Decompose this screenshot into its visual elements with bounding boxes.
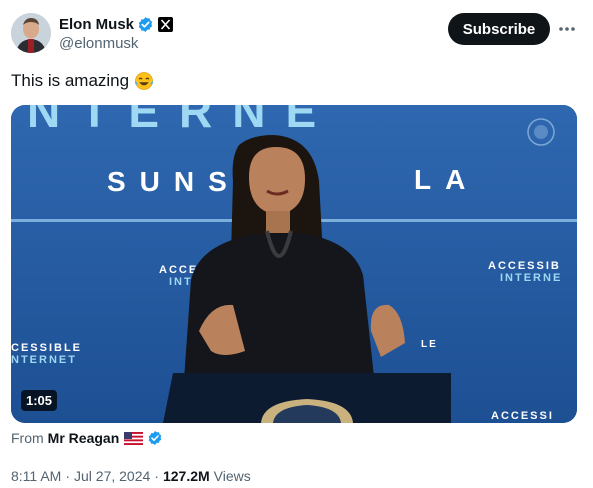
- avatar[interactable]: [11, 13, 51, 53]
- author-display-name[interactable]: Elon Musk: [59, 16, 134, 33]
- sign-text-le: LE: [421, 339, 438, 350]
- author-info: Elon Musk @elonmusk: [59, 14, 174, 52]
- tweet-date[interactable]: Jul 27, 2024: [74, 468, 150, 484]
- verified-badge-icon: [147, 430, 163, 446]
- tweet-time[interactable]: 8:11 AM: [11, 468, 61, 484]
- verified-badge-icon: [137, 16, 154, 33]
- tweet-meta: 8:11 AM · Jul 27, 2024 · 127.2M Views: [11, 468, 251, 484]
- sign-text-suns: SUNS: [107, 166, 241, 197]
- x-logo-icon: [158, 16, 174, 32]
- tweet-text: This is amazing: [11, 71, 154, 91]
- tears-of-joy-emoji: [134, 71, 154, 91]
- video-duration: 1:05: [21, 390, 58, 411]
- views-label: Views: [213, 468, 251, 484]
- video-player[interactable]: NTERNE SUNS LA ACCES INTE ACCESSIB INTER…: [11, 105, 577, 423]
- tweet-header: Elon Musk @elonmusk Subscribe: [11, 11, 583, 55]
- author-handle[interactable]: @elonmusk: [59, 35, 173, 52]
- views-count: 127.2M: [162, 468, 210, 484]
- source-name[interactable]: Mr Reagan: [48, 430, 120, 446]
- us-flag-icon: [124, 431, 144, 445]
- source-attribution: From Mr Reagan: [11, 430, 163, 446]
- avatar-photo: [11, 13, 51, 53]
- meta-separator: ·: [65, 468, 70, 484]
- sign-text-cessible: CESSIBLE: [11, 342, 82, 354]
- sign-text-nternet: NTERNET: [11, 354, 77, 366]
- sign-text-la: LA: [414, 164, 479, 195]
- source-prefix: From: [11, 430, 44, 446]
- sign-text-interne-right: INTERNE: [500, 272, 562, 284]
- subscribe-button[interactable]: Subscribe: [448, 13, 550, 45]
- sign-text-accessi: ACCESSI: [491, 410, 554, 422]
- sign-text-interne: NTERNE: [27, 105, 336, 137]
- video-frame: NTERNE SUNS LA ACCES INTE ACCESSIB INTER…: [11, 105, 577, 423]
- meta-separator: ·: [154, 468, 159, 484]
- tweet-body: This is amazing: [11, 71, 130, 90]
- sign-text-accessib: ACCESSIB: [488, 260, 561, 272]
- more-options-icon[interactable]: [557, 19, 577, 39]
